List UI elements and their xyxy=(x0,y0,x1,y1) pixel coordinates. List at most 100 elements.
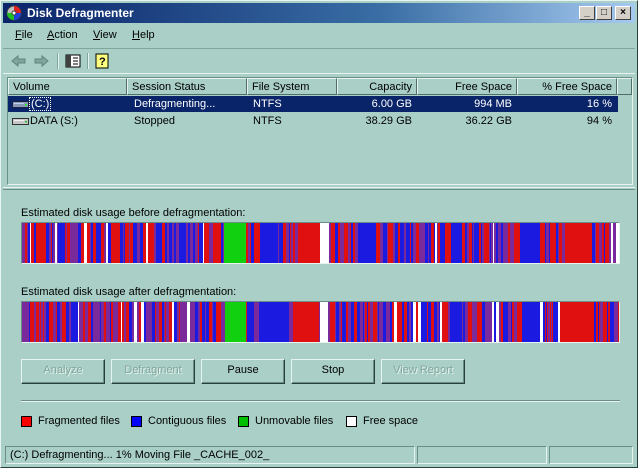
cluster-segment xyxy=(476,223,479,263)
title-bar[interactable]: Disk Defragmenter _ □ × xyxy=(3,3,635,23)
menu-action[interactable]: Action xyxy=(47,29,78,41)
cluster-segment xyxy=(503,223,504,263)
cluster-segment xyxy=(186,223,188,263)
cluster-segment xyxy=(134,302,137,342)
cluster-segment xyxy=(342,223,344,263)
show-hide-console-tree-icon[interactable] xyxy=(63,52,83,70)
cluster-segment xyxy=(28,223,30,263)
cluster-segment xyxy=(105,223,106,263)
minimize-button[interactable]: _ xyxy=(579,6,595,20)
cluster-segment xyxy=(550,223,553,263)
cluster-segment xyxy=(206,223,209,263)
cluster-segment xyxy=(249,302,252,342)
defragment-button[interactable]: Defragment xyxy=(111,359,195,384)
cluster-segment xyxy=(354,302,357,342)
close-button[interactable]: × xyxy=(615,6,631,20)
cluster-segment xyxy=(616,223,619,263)
cluster-segment xyxy=(290,223,291,263)
cluster-segment xyxy=(246,302,247,342)
cluster-segment xyxy=(346,223,348,263)
cluster-segment xyxy=(56,302,57,342)
cluster-segment xyxy=(400,223,401,263)
column-header-capacity[interactable]: Capacity xyxy=(337,78,417,95)
menu-help[interactable]: Help xyxy=(132,29,155,41)
cluster-segment xyxy=(432,302,434,342)
column-header-free-space[interactable]: Free Space xyxy=(417,78,517,95)
cluster-segment xyxy=(195,302,198,342)
cluster-segment xyxy=(501,302,503,342)
cluster-segment xyxy=(329,223,331,263)
cluster-segment xyxy=(279,223,280,263)
cluster-segment xyxy=(114,223,117,263)
cluster-segment xyxy=(355,223,358,263)
cluster-segment xyxy=(162,223,165,263)
pause-button[interactable]: Pause xyxy=(201,359,285,384)
cluster-segment xyxy=(489,223,490,263)
cluster-segment xyxy=(388,302,390,342)
view-report-button[interactable]: View Report xyxy=(381,359,465,384)
cluster-segment xyxy=(341,302,342,342)
cluster-segment xyxy=(259,302,262,342)
column-header-file-system[interactable]: File System xyxy=(247,78,337,95)
cluster-segment xyxy=(73,223,76,263)
list-header: Volume Session Status File System Capaci… xyxy=(8,78,632,95)
cluster-segment xyxy=(91,302,93,342)
cluster-segment xyxy=(462,302,463,342)
cluster-segment xyxy=(382,302,383,342)
analyze-button[interactable]: Analyze xyxy=(21,359,105,384)
cluster-segment xyxy=(49,223,51,263)
column-header-percent-free-space[interactable]: % Free Space xyxy=(517,78,617,95)
cluster-segment xyxy=(442,302,445,342)
cluster-segment xyxy=(346,302,348,342)
cluster-segment xyxy=(397,223,398,263)
column-header-session-status[interactable]: Session Status xyxy=(127,78,247,95)
menu-view[interactable]: View xyxy=(93,29,117,41)
cluster-segment xyxy=(430,223,431,263)
cluster-segment xyxy=(599,302,600,342)
disk-defragmenter-window: Disk Defragmenter _ □ × File Action View… xyxy=(0,0,638,468)
volume-row-data-s[interactable]: DATA (S:) Stopped NTFS 38.29 GB 36.22 GB… xyxy=(8,113,618,129)
help-icon[interactable]: ? xyxy=(93,52,113,70)
stop-button[interactable]: Stop xyxy=(291,359,375,384)
pane-splitter[interactable] xyxy=(3,187,635,190)
cluster-segment xyxy=(143,223,146,263)
cluster-segment xyxy=(474,302,477,342)
cluster-segment xyxy=(492,302,494,342)
toolbar-separator xyxy=(87,53,89,69)
cluster-segment xyxy=(479,223,481,263)
cluster-segment xyxy=(351,223,353,263)
cluster-segment xyxy=(379,302,382,342)
cluster-segment xyxy=(604,223,605,263)
cluster-segment xyxy=(608,302,610,342)
column-header-volume[interactable]: Volume xyxy=(8,78,127,95)
volume-row-c[interactable]: (C:) Defragmenting... NTFS 6.00 GB 994 M… xyxy=(8,96,618,112)
cluster-segment xyxy=(563,302,564,342)
cluster-segment xyxy=(373,302,374,342)
maximize-button[interactable]: □ xyxy=(596,6,612,20)
menu-file[interactable]: File xyxy=(15,29,33,41)
cluster-segment xyxy=(165,223,167,263)
cluster-segment xyxy=(558,223,559,263)
cluster-segment xyxy=(343,302,346,342)
cluster-segment xyxy=(522,302,540,342)
cluster-segment xyxy=(83,302,85,342)
back-arrow-icon[interactable] xyxy=(9,52,29,70)
cluster-segment xyxy=(149,223,152,263)
cluster-segment xyxy=(122,302,124,342)
cluster-segment xyxy=(447,223,448,263)
cluster-segment xyxy=(33,302,34,342)
cluster-segment xyxy=(129,223,130,263)
cluster-segment xyxy=(403,223,404,263)
cluster-segment xyxy=(350,223,351,263)
cluster-segment xyxy=(157,223,160,263)
cluster-segment xyxy=(562,223,565,263)
cluster-segment xyxy=(26,302,29,342)
cluster-segment xyxy=(190,223,193,263)
cluster-segment xyxy=(501,223,503,263)
cluster-segment xyxy=(100,302,101,342)
volume-list[interactable]: Volume Session Status File System Capaci… xyxy=(7,77,633,185)
cluster-segment xyxy=(614,302,615,342)
cluster-segment xyxy=(618,302,619,342)
cluster-segment xyxy=(390,302,392,342)
forward-arrow-icon[interactable] xyxy=(31,52,51,70)
